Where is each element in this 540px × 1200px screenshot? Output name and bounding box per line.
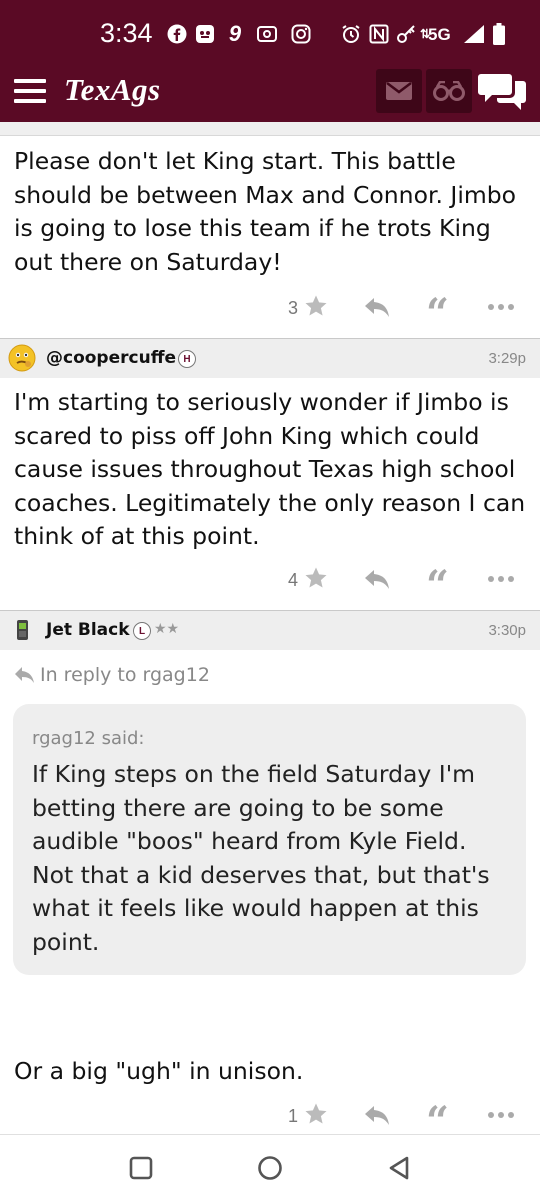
signal-icon: [462, 24, 486, 44]
post-time: 3:29p: [488, 350, 526, 367]
more-options-icon[interactable]: [488, 1112, 516, 1120]
post-actions: 4 “: [0, 564, 540, 606]
post-actions: 1 “: [0, 1100, 540, 1134]
username[interactable]: @coopercuffe: [46, 348, 176, 368]
post-header: Jet Black L ★★ 3:30p: [0, 610, 540, 650]
post-body: Or a big "ugh" in unison.: [14, 1057, 304, 1085]
star-icon[interactable]: [304, 1102, 328, 1126]
mail-button[interactable]: [376, 69, 422, 113]
quote-icon[interactable]: “: [426, 294, 450, 334]
reply-icon[interactable]: [364, 568, 390, 590]
quote-icon[interactable]: “: [426, 566, 450, 606]
quote-text: If King steps on the field Saturday I'm …: [32, 760, 490, 956]
app-icon: [256, 24, 278, 44]
texags-logo[interactable]: TexAgs: [64, 72, 161, 108]
status-time: 3:34: [100, 18, 153, 48]
post-header: @coopercuffe H 3:29p: [0, 338, 540, 378]
post-header-partial: [0, 122, 540, 136]
post-time: 3:30p: [488, 622, 526, 639]
rank-stars: ★★: [154, 621, 180, 637]
star-count: 3: [288, 298, 299, 318]
post-body: I'm starting to seriously wonder if Jimb…: [14, 388, 526, 550]
app-bar: TexAgs: [0, 62, 540, 122]
avatar[interactable]: [8, 616, 36, 644]
star-count: 4: [288, 570, 299, 590]
nfc-icon: [368, 24, 390, 44]
recent-apps-icon[interactable]: [128, 1155, 154, 1181]
alarm-icon: [340, 24, 362, 44]
app-nine-icon: 9: [228, 21, 242, 46]
username[interactable]: Jet Black: [46, 620, 130, 640]
app-icon: [194, 24, 216, 44]
quote-author[interactable]: rgag12 said:: [32, 728, 145, 749]
chat-bubbles-button[interactable]: [478, 70, 528, 114]
more-options-icon[interactable]: [488, 576, 516, 584]
back-icon[interactable]: [386, 1155, 412, 1181]
user-badge: H: [178, 350, 196, 368]
star-count: 1: [288, 1106, 299, 1126]
battery-icon: [492, 23, 506, 45]
binoculars-button[interactable]: [426, 69, 472, 113]
more-options-icon[interactable]: [488, 304, 516, 312]
mail-icon: [386, 82, 412, 100]
instagram-icon: [290, 24, 312, 44]
user-badge: L: [133, 622, 151, 640]
quote-box: rgag12 said: If King steps on the field …: [13, 704, 526, 975]
vpn-key-icon: [396, 24, 418, 44]
post-actions: 3 “: [0, 292, 540, 334]
reply-arrow-icon: [15, 667, 34, 683]
reply-to-text: In reply to rgag12: [40, 664, 210, 686]
quote-icon[interactable]: “: [426, 1102, 450, 1135]
reply-icon[interactable]: [364, 296, 390, 318]
avatar[interactable]: [8, 344, 36, 372]
binoculars-icon: [433, 81, 465, 101]
post-feed[interactable]: Please don't let King start. This battle…: [0, 122, 540, 1134]
post-body: Please don't let King start. This battle…: [14, 147, 517, 276]
system-nav-bar: [0, 1134, 540, 1200]
menu-icon[interactable]: [14, 79, 46, 103]
status-bar: 3:34 9 ⇅ 5G: [0, 0, 540, 62]
network-type: 5G: [428, 25, 451, 44]
chat-bubbles-icon: [478, 74, 526, 110]
reply-icon[interactable]: [364, 1104, 390, 1126]
star-icon[interactable]: [304, 294, 328, 318]
star-icon[interactable]: [304, 566, 328, 590]
facebook-icon: [166, 24, 188, 44]
home-icon[interactable]: [257, 1155, 283, 1181]
